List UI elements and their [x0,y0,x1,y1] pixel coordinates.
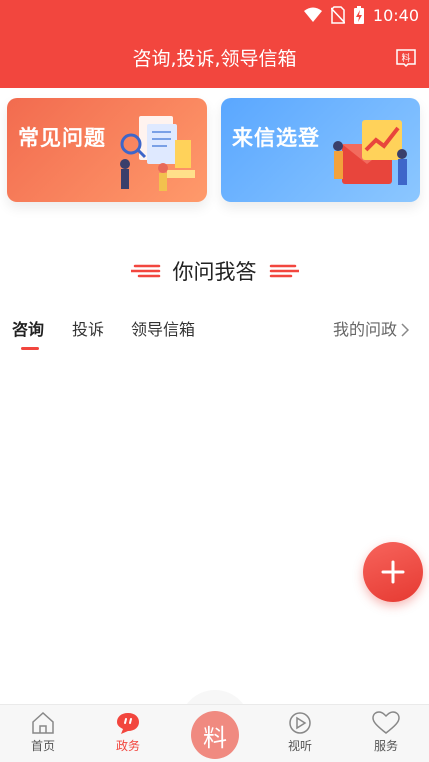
plus-icon [381,560,405,584]
nav-home[interactable]: 首页 [13,711,73,761]
status-icons: 10:40 [303,5,419,25]
my-inquiries-label: 我的问政 [332,320,397,339]
chevron-right-icon [401,323,409,337]
heart-icon [372,711,400,734]
wifi-icon [303,7,322,22]
nav-government[interactable]: 政务 [98,711,158,761]
letters-card[interactable]: 来信选登 [221,98,420,202]
center-logo-icon: 料 [203,723,227,752]
nav-home-label: 首页 [30,739,55,753]
chat-bubble-icon [117,713,139,734]
home-icon [32,711,54,734]
app-header: 10:40 咨询,投诉,领导信箱 料 [0,0,429,88]
no-sim-icon [330,6,345,24]
heading-left-decoration-icon [130,264,160,278]
title-bar: 咨询,投诉,领导信箱 料 [0,40,429,78]
mail-chart-illustration-icon [333,120,407,185]
center-logo-button[interactable]: 料 [191,711,239,759]
svg-text:料: 料 [401,52,410,64]
section-title: 你问我答 [172,260,257,284]
nav-service-label: 服务 [373,739,398,753]
tab-complaint[interactable]: 投诉 [72,318,104,342]
page-title: 咨询,投诉,领导信箱 [132,48,297,70]
faq-card-title: 常见问题 [18,126,106,150]
category-tabs: 咨询 投诉 领导信箱 我的问政 [0,318,429,354]
section-heading: 你问我答 [0,255,429,287]
status-bar: 10:40 [0,0,429,30]
nav-video[interactable]: 视听 [270,711,330,761]
add-question-button[interactable] [363,542,423,602]
battery-charging-icon [353,6,364,24]
clock-time: 10:40 [372,5,419,25]
nav-service[interactable]: 服务 [356,711,416,761]
letters-card-title: 来信选登 [232,126,320,150]
active-tab-indicator [21,347,39,350]
nav-video-label: 视听 [287,739,312,753]
tab-consult[interactable]: 咨询 [12,318,44,342]
faq-card[interactable]: 常见问题 [7,98,207,202]
my-inquiries-link[interactable]: 我的问政 [333,318,409,342]
documents-illustration-icon [120,116,195,191]
stamp-book-icon[interactable]: 料 [395,48,417,68]
heading-right-decoration-icon [269,264,299,278]
play-icon [289,712,311,734]
tab-leader-mailbox[interactable]: 领导信箱 [131,318,195,342]
nav-government-label: 政务 [115,739,140,753]
